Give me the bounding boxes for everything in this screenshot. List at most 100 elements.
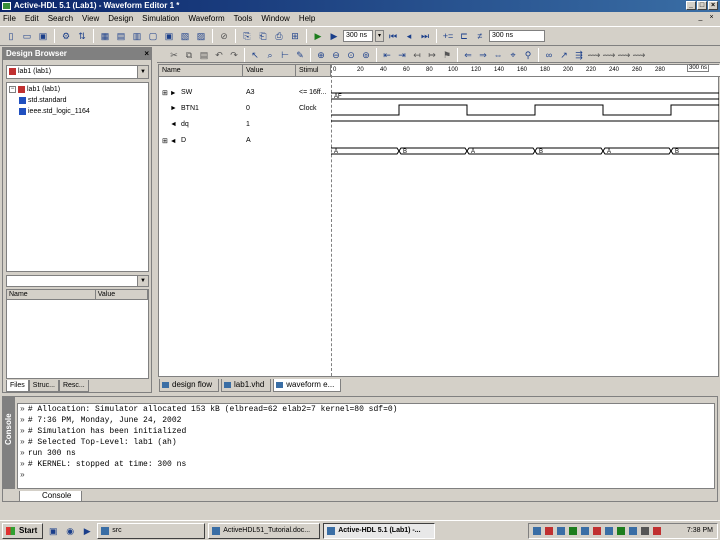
signal-row-btn1[interactable]: ► BTN1 0 Clock — [159, 102, 331, 118]
add-signal-icon[interactable]: += — [441, 29, 455, 43]
prev-event-icon[interactable]: ⇤ — [380, 48, 394, 62]
stop-icon[interactable]: ⊘ — [217, 29, 231, 43]
library-icon[interactable]: ▤ — [114, 29, 128, 43]
compile-icon[interactable]: ⇅ — [75, 29, 89, 43]
tray-app-icon[interactable] — [569, 527, 577, 535]
new-file-icon[interactable]: ▯ — [4, 29, 18, 43]
mdi-minimize-icon[interactable]: _ — [696, 13, 705, 22]
save-icon[interactable]: ▣ — [36, 29, 50, 43]
design-unit-select[interactable]: lab1 (lab1) ▼ — [6, 65, 149, 79]
waveform-traces[interactable]: AF A B A B A B — [331, 78, 719, 178]
tray-app-icon[interactable] — [533, 527, 541, 535]
tray-app-icon[interactable] — [617, 527, 625, 535]
zoom-out-icon[interactable]: ⊖ — [329, 48, 343, 62]
bus-icon[interactable]: ⟿ — [602, 48, 616, 62]
mdi-close-icon[interactable]: × — [707, 13, 716, 22]
step-over-icon[interactable]: ⎙ — [272, 29, 286, 43]
structure-icon[interactable]: ▧ — [178, 29, 192, 43]
menu-file[interactable]: File — [3, 14, 16, 23]
console-window-icon[interactable]: ▢ — [146, 29, 160, 43]
step-icon[interactable]: ⎘ — [240, 29, 254, 43]
quicklaunch-desktop-icon[interactable]: ▣ — [46, 524, 60, 538]
column-header-value[interactable]: Value — [96, 290, 148, 299]
menu-tools[interactable]: Tools — [234, 14, 253, 23]
collapse-icon[interactable]: − — [9, 85, 16, 93]
menu-help[interactable]: Help — [299, 14, 315, 23]
column-header-stimulator[interactable]: Stimul — [296, 65, 331, 77]
sim-time-dropdown-icon[interactable]: ▾ — [375, 30, 384, 42]
menu-waveform[interactable]: Waveform — [189, 14, 225, 23]
speaker-icon[interactable] — [629, 527, 637, 535]
edit-waveform-icon[interactable]: ✎ — [293, 48, 307, 62]
next-edge-icon[interactable]: ↦ — [425, 48, 439, 62]
end-sim-icon[interactable]: ⏭ — [418, 29, 432, 43]
maximize-icon[interactable]: □ — [697, 1, 707, 10]
expand-icon[interactable]: ⊞ ► — [162, 89, 177, 97]
bookmark-icon[interactable]: ⚑ — [440, 48, 454, 62]
tray-app-icon[interactable] — [545, 527, 553, 535]
tab-console[interactable]: Console — [19, 491, 83, 502]
zoom-fit-icon[interactable]: ⊙ — [344, 48, 358, 62]
search-icon[interactable]: ⚲ — [521, 48, 535, 62]
find-binoculars-icon[interactable]: ∞ — [542, 48, 556, 62]
quicklaunch-media-icon[interactable]: ▶ — [80, 524, 94, 538]
open-folder-icon[interactable]: ▭ — [20, 29, 34, 43]
tray-app-icon[interactable] — [593, 527, 601, 535]
tray-app-icon[interactable] — [581, 527, 589, 535]
redo-icon[interactable]: ↷ — [227, 48, 241, 62]
formula-stim-icon[interactable]: ≠ — [473, 29, 487, 43]
next-event-icon[interactable]: ⇥ — [395, 48, 409, 62]
tab-lab1-vhd[interactable]: lab1.vhd — [221, 379, 272, 392]
run-time-input[interactable]: 300 ns — [489, 30, 545, 42]
column-header-value[interactable]: Value — [243, 65, 296, 77]
column-header-name[interactable]: Name — [7, 290, 96, 299]
signal-marker-icon[interactable]: ↗ — [557, 48, 571, 62]
taskbar-item-active-hdl[interactable]: Active-HDL 5.1 (Lab1) -... — [323, 522, 436, 539]
compare-icon[interactable]: ⇔ — [491, 48, 505, 62]
close-icon[interactable]: × — [708, 1, 718, 10]
taskbar-item-src[interactable]: src — [97, 522, 206, 539]
breakpoint-icon[interactable]: ⊞ — [288, 29, 302, 43]
signal-row-dq[interactable]: ◄ dq 1 — [159, 118, 331, 134]
run-icon[interactable]: ▶ — [311, 29, 325, 43]
menu-design[interactable]: Design — [108, 14, 133, 23]
bus-icon[interactable]: ⟿ — [617, 48, 631, 62]
console-window-icon[interactable]: ▣ — [162, 29, 176, 43]
zoom-tool-icon[interactable]: ⌕ — [263, 48, 277, 62]
tray-app-icon[interactable] — [641, 527, 649, 535]
copy-icon[interactable]: ⧉ — [182, 48, 196, 62]
find-icon[interactable]: ⌖ — [506, 48, 520, 62]
bus-icon[interactable]: ⟿ — [587, 48, 601, 62]
align-left-icon[interactable]: ⇐ — [461, 48, 475, 62]
menu-edit[interactable]: Edit — [25, 14, 39, 23]
tree-item-std-standard[interactable]: std.standard — [19, 96, 67, 105]
block-diagram-icon[interactable]: ▦ — [98, 29, 112, 43]
measure-icon[interactable]: ⊢ — [278, 48, 292, 62]
menu-search[interactable]: Search — [48, 14, 73, 23]
memory-view-icon[interactable]: ▨ — [194, 29, 208, 43]
minimize-icon[interactable]: _ — [686, 1, 696, 10]
chevron-down-icon[interactable]: ▼ — [137, 276, 148, 286]
tray-app-icon[interactable] — [605, 527, 613, 535]
close-icon[interactable]: × — [144, 48, 149, 60]
prev-edge-icon[interactable]: ↤ — [410, 48, 424, 62]
expand-icon[interactable]: ⊞ ◄ — [162, 137, 177, 145]
console-input-line[interactable]: » — [20, 470, 714, 481]
signal-row-d[interactable]: ⊞ ◄ D A — [159, 134, 331, 150]
design-flow-icon[interactable]: ⚙ — [59, 29, 73, 43]
run-for-icon[interactable]: ▶ — [327, 29, 341, 43]
start-button[interactable]: Start — [2, 522, 44, 539]
bus-icon[interactable]: ⟿ — [632, 48, 646, 62]
tray-app-icon[interactable] — [557, 527, 565, 535]
zoom-in-icon[interactable]: ⊕ — [314, 48, 328, 62]
step-back-icon[interactable]: ◂ — [402, 29, 416, 43]
tree-item-ieee-std-logic[interactable]: ieee.std_logic_1164 — [19, 107, 90, 116]
tab-waveform-editor[interactable]: waveform e... — [273, 379, 342, 392]
tab-files[interactable]: Files — [6, 380, 29, 392]
zoom-range-icon[interactable]: ⊚ — [359, 48, 373, 62]
restart-icon[interactable]: ⏮ — [386, 29, 400, 43]
hierarchy-icon[interactable]: ▥ — [130, 29, 144, 43]
console-output[interactable]: » # Allocation: Simulator allocated 153 k… — [17, 403, 715, 489]
paste-icon[interactable]: ▤ — [197, 48, 211, 62]
tree-item-lab1[interactable]: − lab1 (lab1) — [9, 85, 60, 94]
